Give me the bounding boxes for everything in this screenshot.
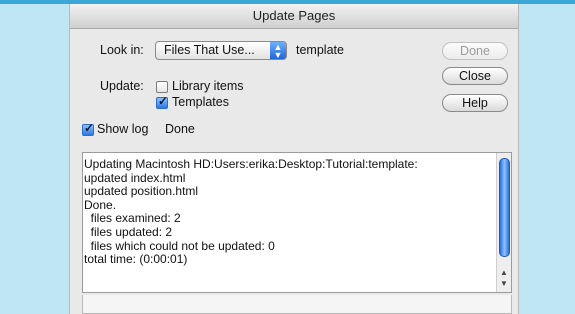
look-in-popup[interactable]: Files That Use... ▲ ▼ xyxy=(155,41,287,60)
show-log-checkbox[interactable]: ✓ xyxy=(82,121,95,136)
look-in-label: Look in: xyxy=(100,43,144,57)
look-in-value: template xyxy=(296,43,344,57)
checkmark-icon: ✓ xyxy=(84,121,95,135)
log-line: Done. xyxy=(84,197,117,212)
screenshot-stage: Update Pages Look in: Files That Use... … xyxy=(0,0,575,314)
scroll-up-arrow-icon[interactable]: ▲ xyxy=(500,269,508,277)
log-line: files updated: 2 xyxy=(84,224,173,239)
update-pages-dialog: Update Pages Look in: Files That Use... … xyxy=(69,4,519,314)
log-line: updated position.html xyxy=(84,184,199,199)
close-button[interactable]: Close xyxy=(442,67,508,85)
show-log-label: Show log xyxy=(97,122,149,136)
log-textarea[interactable]: Updating Macintosh HD:Users:erika:Deskto… xyxy=(82,152,512,293)
log-line: files examined: 2 xyxy=(84,211,181,226)
templates-checkbox[interactable]: ✓ xyxy=(156,94,169,109)
log-scrollbar[interactable]: ▲ ▼ xyxy=(496,153,511,292)
checkmark-icon: ✓ xyxy=(158,94,169,108)
log-line: files which could not be updated: 0 xyxy=(84,238,275,253)
look-in-selected: Files That Use... xyxy=(164,43,255,57)
scroll-thumb[interactable] xyxy=(499,158,510,257)
done-button[interactable]: Done xyxy=(442,42,508,60)
log-line: updated index.html xyxy=(84,170,186,185)
resize-strip xyxy=(82,295,512,314)
log-status: Done xyxy=(165,122,195,136)
library-items-label: Library items xyxy=(172,79,244,93)
scroll-down-arrow-icon[interactable]: ▼ xyxy=(500,280,508,288)
help-button[interactable]: Help xyxy=(442,94,508,112)
library-items-checkbox[interactable] xyxy=(156,81,168,93)
templates-label: Templates xyxy=(172,95,229,109)
log-line: Updating Macintosh HD:Users:erika:Deskto… xyxy=(84,157,418,171)
log-line: total time: (0:00:01) xyxy=(84,252,188,267)
updown-arrows-icon: ▲ ▼ xyxy=(270,42,286,60)
dialog-title: Update Pages xyxy=(70,4,518,29)
log-output: Updating Macintosh HD:Users:erika:Deskto… xyxy=(84,157,489,267)
update-label: Update: xyxy=(100,79,144,93)
